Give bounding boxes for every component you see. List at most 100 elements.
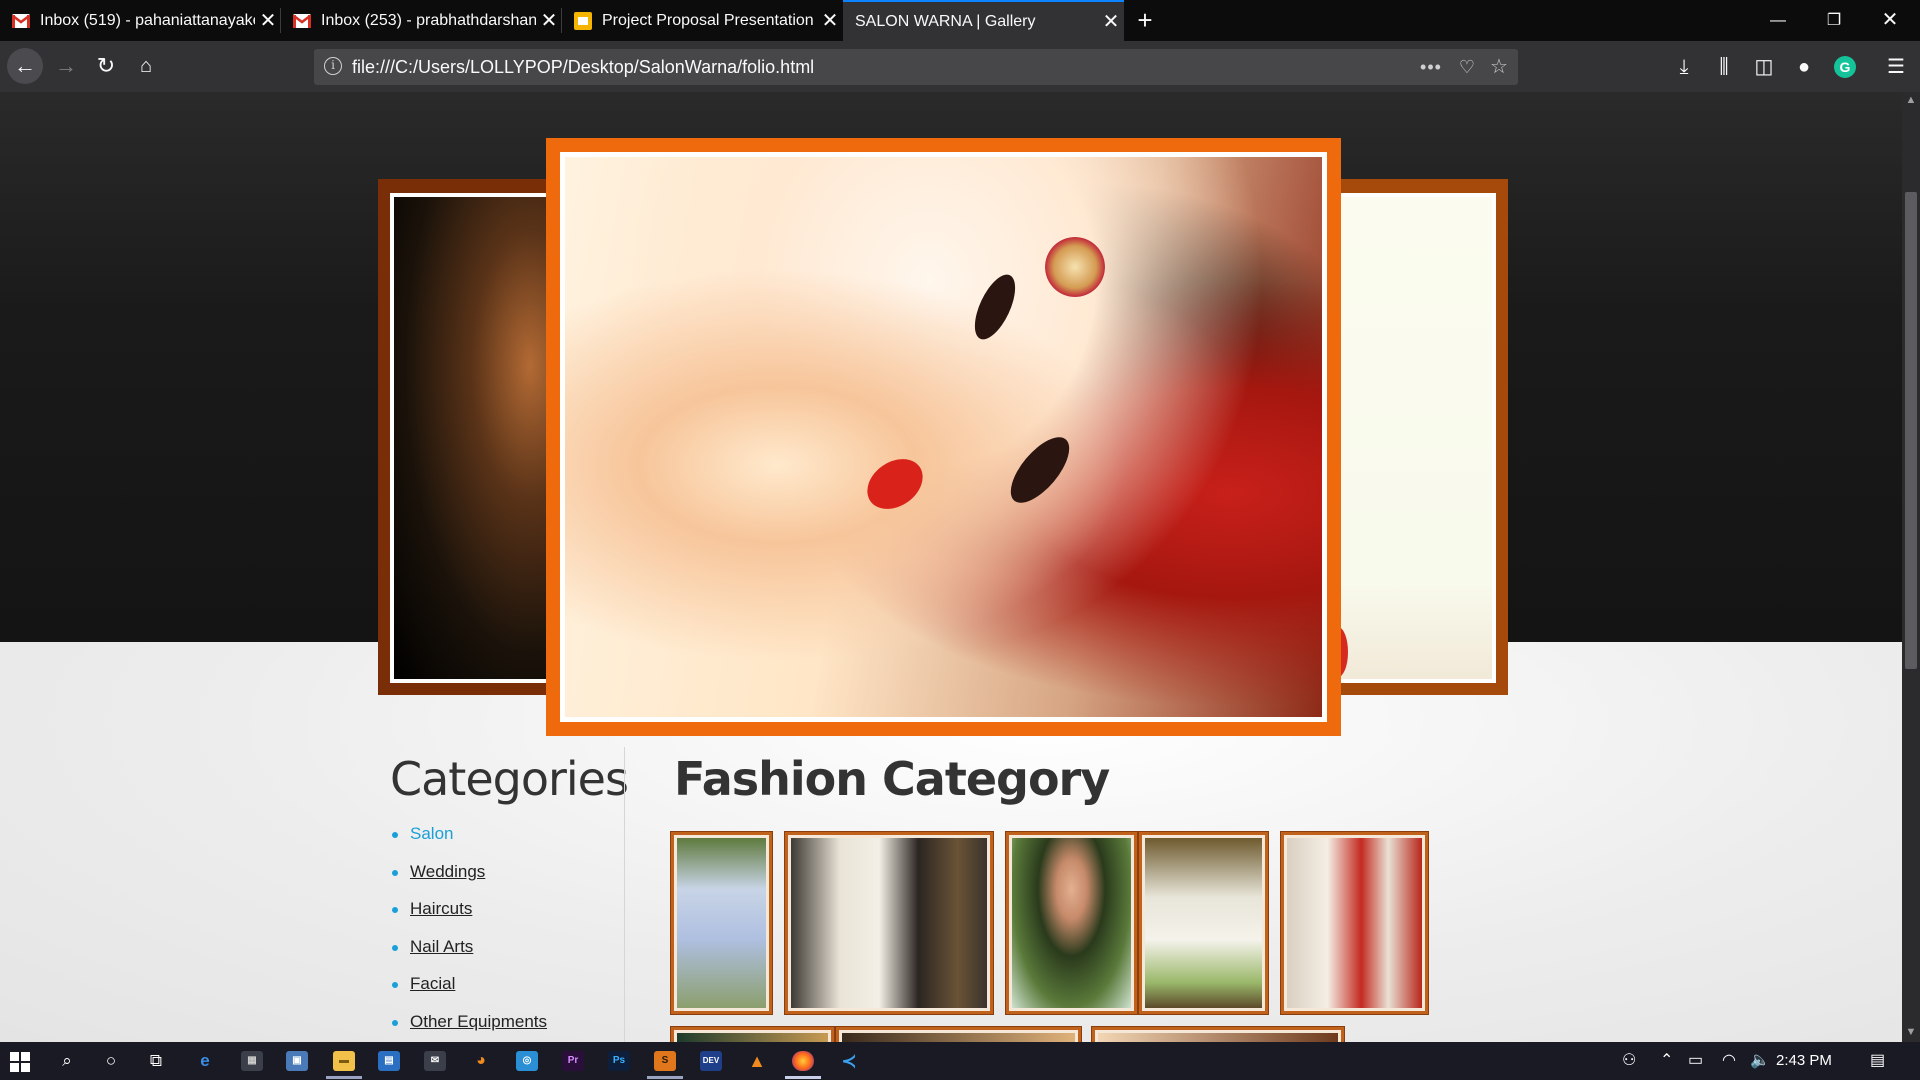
- tab-title: SALON WARNA | Gallery: [855, 12, 1036, 30]
- mail-icon[interactable]: ✉: [424, 1051, 446, 1071]
- url-text[interactable]: file:///C:/Users/LOLLYPOP/Desktop/SalonW…: [352, 57, 814, 78]
- navigation-toolbar: ← → ↻ ⌂ i file:///C:/Users/LOLLYPOP/Desk…: [0, 41, 1920, 92]
- page-actions-icon[interactable]: •••: [1418, 54, 1444, 80]
- close-tab-icon[interactable]: ✕: [536, 8, 562, 33]
- battery-icon[interactable]: ▭: [1688, 1050, 1703, 1070]
- photo-detail: [857, 448, 933, 520]
- scrollbar-thumb[interactable]: [1905, 192, 1917, 669]
- thumbnail-photo: [1098, 1033, 1338, 1042]
- thumbnail-photo: [677, 838, 766, 1008]
- forward-button[interactable]: →: [48, 48, 84, 84]
- task-view-icon[interactable]: ⧉: [141, 1046, 171, 1076]
- gallery-thumbnail[interactable]: [1092, 1027, 1344, 1042]
- vscode-icon[interactable]: ≺: [838, 1051, 860, 1071]
- notifications-icon[interactable]: ▤: [1870, 1050, 1885, 1070]
- page-scrollbar[interactable]: ▲ ▼: [1902, 92, 1920, 1042]
- photo-detail: [1045, 237, 1105, 297]
- photoshop-icon[interactable]: Ps: [608, 1051, 630, 1071]
- thumbnail-photo: [1145, 838, 1262, 1008]
- active-app-indicator: [647, 1076, 683, 1079]
- close-tab-icon[interactable]: ✕: [1098, 9, 1124, 34]
- clock[interactable]: 2:43 PM: [1776, 1052, 1832, 1069]
- close-window-button[interactable]: ✕: [1862, 0, 1918, 41]
- category-haircuts[interactable]: Haircuts: [392, 897, 547, 935]
- bookmark-star-icon[interactable]: ☆: [1486, 54, 1512, 80]
- downloads-icon[interactable]: ⤓: [1668, 53, 1700, 81]
- search-icon[interactable]: ⌕: [52, 1046, 82, 1076]
- gallery-thumbnail[interactable]: [1139, 832, 1268, 1014]
- grammarly-icon[interactable]: G: [1834, 56, 1856, 78]
- tray-chevron-icon[interactable]: ⌃: [1660, 1050, 1673, 1070]
- settings-app-icon[interactable]: ◎: [516, 1051, 538, 1071]
- file-explorer-icon[interactable]: ▬: [333, 1051, 355, 1071]
- back-button[interactable]: ←: [7, 48, 43, 84]
- pocket-icon[interactable]: ♡: [1454, 54, 1480, 80]
- active-app-indicator: [326, 1076, 362, 1079]
- slide-photo: [1328, 193, 1496, 683]
- gallery-thumbnail[interactable]: [836, 1027, 1081, 1042]
- sidebar-icon[interactable]: ◫: [1748, 53, 1780, 81]
- page-viewport: Categories Salon Weddings Haircuts Nail …: [0, 92, 1902, 1042]
- restore-button[interactable]: ❐: [1806, 0, 1862, 41]
- cortana-icon[interactable]: ○: [96, 1046, 126, 1076]
- photos-icon[interactable]: ▣: [286, 1051, 308, 1071]
- windows-start-icon[interactable]: [10, 1052, 30, 1072]
- gallery-heading: Fashion Category: [674, 752, 1110, 806]
- bride-photo: [560, 152, 1327, 722]
- slider-current-image[interactable]: [546, 138, 1341, 736]
- slider-next-image[interactable]: [1328, 179, 1508, 695]
- tab-gmail-2[interactable]: Inbox (253) - prabhathdarshana ✕: [281, 0, 562, 41]
- photo-detail: [966, 268, 1024, 346]
- edge-icon[interactable]: e: [190, 1046, 220, 1076]
- category-weddings[interactable]: Weddings: [392, 860, 547, 898]
- new-tab-button[interactable]: +: [1132, 0, 1158, 41]
- volume-muted-icon[interactable]: 🔈: [1750, 1050, 1770, 1070]
- slider-prev-image[interactable]: [378, 179, 568, 695]
- sidebar-divider: [624, 747, 625, 1042]
- blender-icon[interactable]: ◕: [470, 1051, 492, 1071]
- address-bar[interactable]: i file:///C:/Users/LOLLYPOP/Desktop/Salo…: [314, 49, 1518, 85]
- site-info-icon[interactable]: i: [324, 57, 342, 75]
- gallery-thumbnail[interactable]: [785, 832, 993, 1014]
- slide-photo: [390, 193, 568, 683]
- premiere-icon[interactable]: Pr: [562, 1051, 584, 1071]
- category-nail-arts[interactable]: Nail Arts: [392, 935, 547, 973]
- menu-icon[interactable]: ☰: [1880, 53, 1912, 81]
- scroll-up-arrow[interactable]: ▲: [1902, 94, 1920, 106]
- tab-salon-gallery[interactable]: SALON WARNA | Gallery ✕: [843, 0, 1124, 41]
- firefox-icon[interactable]: [792, 1051, 814, 1071]
- gallery-thumbnail[interactable]: [1281, 832, 1428, 1014]
- thumbnail-photo: [791, 838, 987, 1008]
- home-button[interactable]: ⌂: [128, 48, 164, 84]
- sublime-icon[interactable]: S: [654, 1051, 676, 1071]
- category-facial[interactable]: Facial: [392, 972, 547, 1010]
- calculator-icon[interactable]: ▦: [241, 1051, 263, 1071]
- category-list: Salon Weddings Haircuts Nail Arts Facial…: [392, 822, 547, 1042]
- close-tab-icon[interactable]: ✕: [817, 8, 843, 33]
- tab-gmail-1[interactable]: Inbox (519) - pahaniattanayake ✕: [0, 0, 281, 41]
- scroll-down-arrow[interactable]: ▼: [1902, 1026, 1920, 1038]
- wifi-icon[interactable]: ◠: [1722, 1050, 1736, 1070]
- store-icon[interactable]: ▤: [378, 1051, 400, 1071]
- people-icon[interactable]: ⚇: [1622, 1050, 1636, 1070]
- close-tab-icon[interactable]: ✕: [255, 8, 281, 33]
- gallery-thumbnail[interactable]: [671, 1027, 834, 1042]
- dev-app-icon[interactable]: DEV: [700, 1051, 722, 1071]
- account-icon[interactable]: ●: [1788, 53, 1820, 81]
- gmail-icon: [293, 13, 311, 28]
- photo-detail: [1000, 427, 1080, 513]
- tab-title: Inbox (519) - pahaniattanayake: [40, 11, 255, 29]
- thumbnail-photo: [1012, 838, 1131, 1008]
- category-salon[interactable]: Salon: [392, 822, 547, 860]
- minimize-button[interactable]: —: [1750, 0, 1806, 41]
- tab-slides[interactable]: Project Proposal Presentation - ✕: [562, 0, 843, 41]
- reload-button[interactable]: ↻: [88, 48, 124, 84]
- thumbnail-photo: [842, 1033, 1075, 1042]
- active-app-indicator: [785, 1076, 821, 1079]
- gallery-thumbnail[interactable]: [671, 832, 772, 1014]
- gallery-thumbnail[interactable]: [1006, 832, 1137, 1014]
- vlc-icon[interactable]: ▲: [746, 1051, 768, 1071]
- category-other-equipments[interactable]: Other Equipments: [392, 1010, 547, 1043]
- windows-taskbar: ⌕ ○ ⧉ e ▦ ▣ ▬ ▤ ✉ ◕ ◎ Pr Ps S DEV ▲ ≺ ⚇ …: [0, 1042, 1920, 1080]
- library-icon[interactable]: ⫼: [1708, 53, 1740, 81]
